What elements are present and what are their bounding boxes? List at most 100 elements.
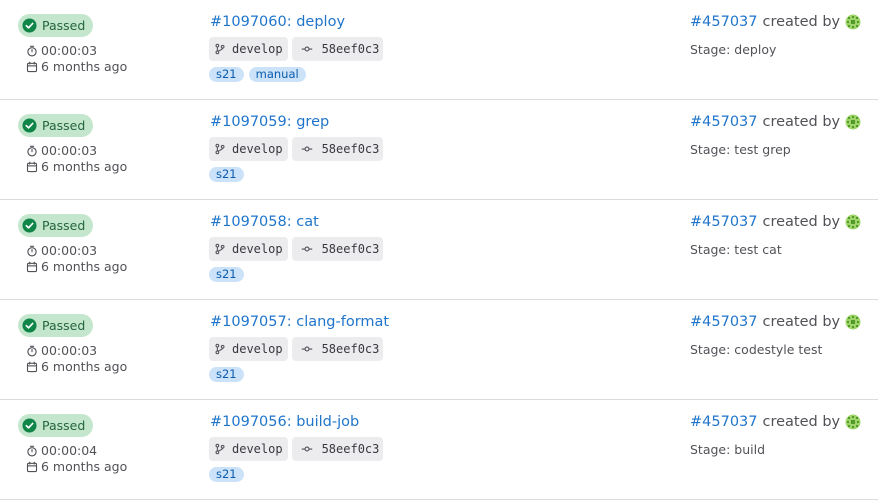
commit-icon [301, 246, 312, 252]
timer-icon [27, 245, 37, 256]
branch-chip[interactable]: develop [209, 37, 288, 61]
finished-text: 6 months ago [41, 159, 128, 174]
status-label: Passed [42, 318, 86, 333]
status-label: Passed [42, 118, 86, 133]
stage-label: Stage: build [690, 442, 766, 457]
finished-text: 6 months ago [41, 259, 128, 274]
duration: 00:00:04 [26, 443, 97, 458]
status-badge-passed[interactable]: Passed [18, 114, 94, 137]
tag-badge: s21 [209, 467, 244, 482]
duration-text: 00:00:04 [41, 443, 98, 458]
finished-at: 6 months ago [26, 359, 127, 374]
tag-list: s21 manual [209, 67, 306, 82]
check-circle-icon [22, 418, 37, 433]
timer-icon [27, 145, 37, 156]
status-badge-passed[interactable]: Passed [18, 414, 94, 437]
branch-icon [215, 143, 225, 155]
finished-at: 6 months ago [26, 159, 127, 174]
branch-chip[interactable]: develop [209, 237, 288, 261]
pipeline-info: #457037 created by [690, 414, 861, 430]
commit-sha: 58eef0c3 [321, 342, 380, 356]
tag-badge: s21 [209, 367, 244, 382]
commit-chip[interactable]: 58eef0c3 [291, 137, 384, 161]
job-row: Passed 00:00:03 6 months ago #1097059: g… [0, 100, 878, 200]
created-by-label: created by [762, 314, 841, 330]
branch-name: develop [232, 142, 283, 156]
commit-sha: 58eef0c3 [321, 242, 380, 256]
user-avatar[interactable] [845, 114, 861, 130]
commit-icon [301, 146, 312, 152]
finished-text: 6 months ago [41, 59, 128, 74]
timer-icon [27, 345, 37, 356]
job-title-link[interactable]: #1097058: cat [210, 214, 319, 230]
status-badge-passed[interactable]: Passed [18, 14, 94, 37]
pipeline-link[interactable]: #457037 [690, 314, 758, 330]
tag-list: s21 [209, 267, 244, 282]
job-title-link[interactable]: #1097057: clang-format [210, 314, 389, 330]
job-row: Passed 00:00:03 6 months ago #1097060: d… [0, 0, 878, 100]
commit-chip[interactable]: 58eef0c3 [291, 437, 384, 461]
commit-chip[interactable]: 58eef0c3 [291, 337, 384, 361]
commit-sha: 58eef0c3 [321, 42, 380, 56]
status-label: Passed [42, 418, 86, 433]
duration-text: 00:00:03 [41, 243, 98, 258]
pipeline-link[interactable]: #457037 [690, 214, 758, 230]
check-circle-icon [22, 118, 37, 133]
stage-label: Stage: test grep [690, 142, 791, 157]
branch-chip[interactable]: develop [209, 337, 288, 361]
tag-list: s21 [209, 467, 244, 482]
commit-sha: 58eef0c3 [321, 442, 380, 456]
pipeline-info: #457037 created by [690, 114, 861, 130]
branch-chip[interactable]: develop [209, 437, 288, 461]
job-title-link[interactable]: #1097059: grep [210, 114, 329, 130]
ref-row: develop 58eef0c3 [209, 237, 384, 261]
branch-name: develop [232, 242, 283, 256]
job-title-link[interactable]: #1097056: build-job [210, 414, 359, 430]
tag-badge: s21 [209, 167, 244, 182]
pipeline-link[interactable]: #457037 [690, 414, 758, 430]
user-avatar[interactable] [845, 214, 861, 230]
finished-text: 6 months ago [41, 459, 128, 474]
stage-label: Stage: codestyle test [690, 342, 823, 357]
user-avatar[interactable] [845, 414, 861, 430]
pipeline-link[interactable]: #457037 [690, 14, 758, 30]
tag-badge: manual [248, 67, 306, 82]
commit-icon [301, 46, 312, 52]
pipeline-info: #457037 created by [690, 314, 861, 330]
ref-row: develop 58eef0c3 [209, 137, 384, 161]
branch-name: develop [232, 342, 283, 356]
commit-icon [301, 346, 312, 352]
commit-chip[interactable]: 58eef0c3 [291, 237, 384, 261]
created-by-label: created by [762, 14, 841, 30]
status-badge-passed[interactable]: Passed [18, 314, 94, 337]
calendar-icon [26, 261, 38, 272]
calendar-icon [26, 361, 38, 372]
calendar-icon [26, 61, 38, 72]
finished-at: 6 months ago [26, 59, 127, 74]
job-title-link[interactable]: #1097060: deploy [210, 14, 345, 30]
job-row: Passed 00:00:03 6 months ago #1097057: c… [0, 300, 878, 400]
pipeline-link[interactable]: #457037 [690, 114, 758, 130]
status-label: Passed [42, 218, 86, 233]
branch-icon [215, 443, 225, 455]
status-badge-passed[interactable]: Passed [18, 214, 94, 237]
user-avatar[interactable] [845, 14, 861, 30]
duration: 00:00:03 [26, 243, 97, 258]
finished-at: 6 months ago [26, 459, 127, 474]
created-by-label: created by [762, 114, 841, 130]
pipeline-info: #457037 created by [690, 14, 861, 30]
duration-text: 00:00:03 [41, 343, 98, 358]
stage-label: Stage: test cat [690, 242, 782, 257]
timer-icon [27, 45, 37, 56]
branch-icon [215, 43, 225, 55]
duration: 00:00:03 [26, 143, 97, 158]
branch-chip[interactable]: develop [209, 137, 288, 161]
status-label: Passed [42, 18, 86, 33]
user-avatar[interactable] [845, 314, 861, 330]
finished-text: 6 months ago [41, 359, 128, 374]
commit-chip[interactable]: 58eef0c3 [291, 37, 384, 61]
duration-text: 00:00:03 [41, 143, 98, 158]
finished-at: 6 months ago [26, 259, 127, 274]
tag-list: s21 [209, 367, 244, 382]
commit-sha: 58eef0c3 [321, 142, 380, 156]
